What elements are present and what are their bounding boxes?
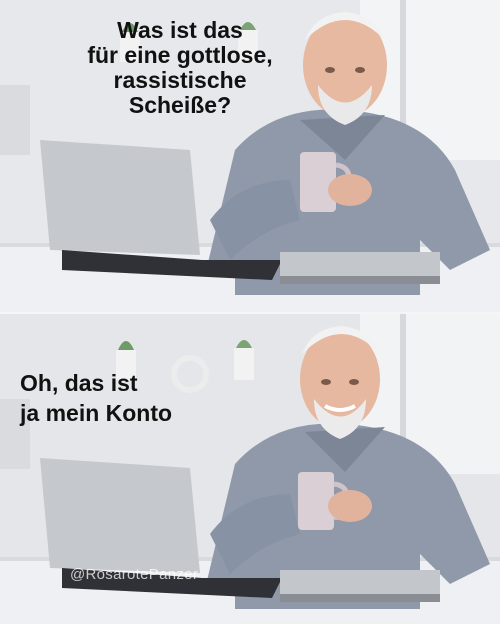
top-caption: Was ist das für eine gottlose, rassistis…	[87, 17, 273, 118]
bottom-caption: Oh, das ist ja mein Konto	[20, 370, 173, 426]
top-panel: Was ist das für eine gottlose, rassistis…	[0, 0, 500, 312]
meme: Was ist das für eine gottlose, rassistis…	[0, 0, 500, 624]
watermark: @RosarotePanzer	[70, 566, 199, 583]
